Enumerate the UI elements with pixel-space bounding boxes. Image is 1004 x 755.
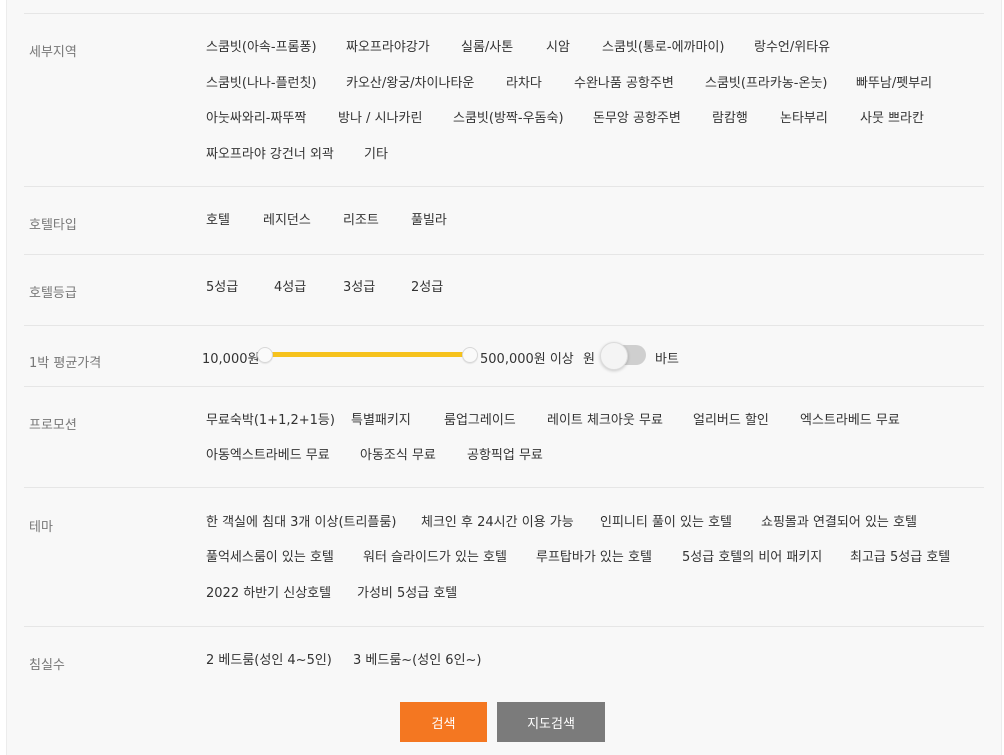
currency-won-label: 원 xyxy=(583,352,595,367)
area-label: 세부지역 xyxy=(29,45,77,60)
divider xyxy=(24,386,984,387)
area-option[interactable]: 짜오프라야 강건너 외곽 xyxy=(206,143,334,162)
theme-option[interactable]: 5성급 호텔의 비어 패키지 xyxy=(682,546,822,565)
promotion-label: 프로모션 xyxy=(29,418,77,433)
hotel-grade-option[interactable]: 3성급 xyxy=(343,276,375,295)
theme-option[interactable]: 쇼핑몰과 연결되어 있는 호텔 xyxy=(761,511,917,530)
hotel-type-option[interactable]: 풀빌라 xyxy=(411,209,447,228)
area-option[interactable]: 람캄행 xyxy=(712,107,748,126)
theme-option[interactable]: 인피니티 풀이 있는 호텔 xyxy=(600,511,732,530)
promotion-option[interactable]: 얼리버드 할인 xyxy=(693,409,769,428)
divider xyxy=(24,186,984,187)
promotion-option[interactable]: 레이트 체크아웃 무료 xyxy=(547,409,663,428)
hotel-type-option[interactable]: 리조트 xyxy=(343,209,379,228)
area-option[interactable]: 스쿰빗(나나-플런칫) xyxy=(206,72,317,91)
theme-option[interactable]: 워터 슬라이드가 있는 호텔 xyxy=(363,546,507,565)
currency-toggle[interactable] xyxy=(600,342,646,370)
price-label: 1박 평균가격 xyxy=(29,356,102,371)
map-search-button[interactable]: 지도검색 xyxy=(497,702,605,742)
hotel-type-option[interactable]: 호텔 xyxy=(206,209,230,228)
divider xyxy=(24,487,984,488)
hotel-grade-label: 호텔등급 xyxy=(29,286,77,301)
price-max-text: 500,000원 이상 xyxy=(480,352,574,367)
area-option[interactable]: 수완나품 공항주변 xyxy=(574,72,674,91)
price-range-fill xyxy=(264,352,469,357)
price-range-slider[interactable] xyxy=(264,352,469,357)
area-option[interactable]: 방나 / 시나카린 xyxy=(338,107,422,126)
area-option[interactable]: 스쿰빗(프라카농-온눗) xyxy=(705,72,827,91)
divider xyxy=(24,13,984,14)
hotel-grade-option[interactable]: 5성급 xyxy=(206,276,238,295)
area-option[interactable]: 실롬/사톤 xyxy=(461,36,513,55)
theme-option[interactable]: 최고급 5성급 호텔 xyxy=(850,546,950,565)
bedrooms-option[interactable]: 3 베드룸~(성인 6인~) xyxy=(353,649,482,668)
area-option[interactable]: 돈무앙 공항주변 xyxy=(593,107,681,126)
area-option[interactable]: 논타부리 xyxy=(780,107,828,126)
area-option[interactable]: 스쿰빗(방짝-우돔숙) xyxy=(453,107,564,126)
area-option[interactable]: 스쿰빗(아속-프롬퐁) xyxy=(206,36,317,55)
area-option[interactable]: 기타 xyxy=(364,143,388,162)
promotion-option[interactable]: 공항픽업 무료 xyxy=(467,444,543,463)
area-option[interactable]: 아눗싸와리-짜뚜짝 xyxy=(206,107,306,126)
currency-baht-label: 바트 xyxy=(655,352,679,367)
promotion-option[interactable]: 룸업그레이드 xyxy=(444,409,516,428)
area-option[interactable]: 시암 xyxy=(546,36,570,55)
promotion-option[interactable]: 엑스트라베드 무료 xyxy=(800,409,900,428)
hotel-grade-option[interactable]: 2성급 xyxy=(411,276,443,295)
bedrooms-option[interactable]: 2 베드룸(성인 4~5인) xyxy=(206,649,332,668)
price-max-handle[interactable] xyxy=(462,347,478,363)
hotel-type-option[interactable]: 레지던스 xyxy=(263,209,311,228)
area-option[interactable]: 사뭇 쁘라칸 xyxy=(860,107,924,126)
price-min-text: 10,000원 xyxy=(202,352,260,367)
hotel-grade-option[interactable]: 4성급 xyxy=(274,276,306,295)
divider xyxy=(24,325,984,326)
area-option[interactable]: 카오산/왕궁/차이나타운 xyxy=(346,72,474,91)
promotion-option[interactable]: 특별패키지 xyxy=(351,409,411,428)
search-button[interactable]: 검색 xyxy=(400,702,487,742)
area-option[interactable]: 라차다 xyxy=(506,72,542,91)
theme-option[interactable]: 풀억세스룸이 있는 호텔 xyxy=(206,546,334,565)
promotion-option[interactable]: 아동엑스트라베드 무료 xyxy=(206,444,330,463)
promotion-option[interactable]: 아동조식 무료 xyxy=(360,444,436,463)
hotel-type-label: 호텔타입 xyxy=(29,218,77,233)
divider xyxy=(24,254,984,255)
area-option[interactable]: 짜오프라야강가 xyxy=(346,36,430,55)
theme-option[interactable]: 2022 하반기 신상호텔 xyxy=(206,582,331,601)
price-min-handle[interactable] xyxy=(257,347,273,363)
theme-option[interactable]: 한 객실에 침대 3개 이상(트리플룸) xyxy=(206,511,396,530)
area-option[interactable]: 랑수언/위타유 xyxy=(754,36,830,55)
area-option[interactable]: 스쿰빗(통로-에까마이) xyxy=(602,36,724,55)
promotion-option[interactable]: 무료숙박(1+1,2+1등) xyxy=(206,409,335,428)
area-option[interactable]: 빠뚜남/펫부리 xyxy=(856,72,932,91)
divider xyxy=(24,626,984,627)
theme-option[interactable]: 루프탑바가 있는 호텔 xyxy=(536,546,652,565)
theme-option[interactable]: 가성비 5성급 호텔 xyxy=(357,582,457,601)
theme-label: 테마 xyxy=(29,520,53,535)
bedrooms-label: 침실수 xyxy=(29,658,65,673)
currency-toggle-knob xyxy=(600,342,628,370)
theme-option[interactable]: 체크인 후 24시간 이용 가능 xyxy=(421,511,574,530)
